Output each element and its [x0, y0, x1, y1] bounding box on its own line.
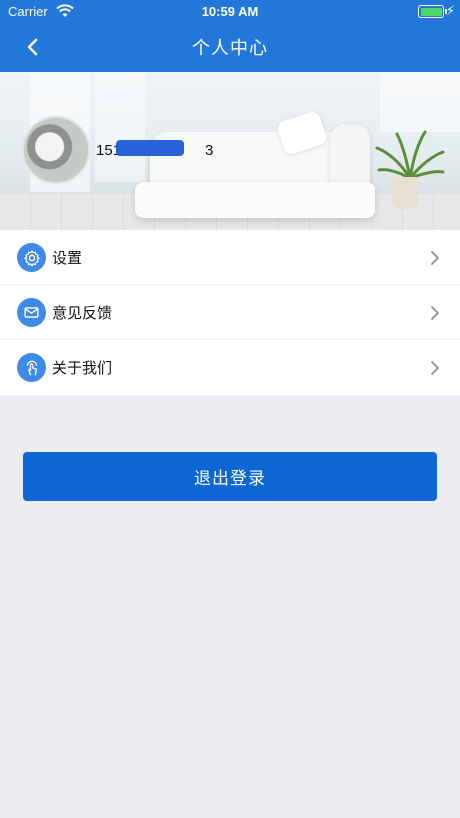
- menu-item-feedback[interactable]: 意见反馈: [0, 285, 460, 340]
- page-title: 个人中心: [192, 38, 268, 59]
- menu-item-label: 关于我们: [52, 359, 113, 377]
- status-bar: Carrier 10:59 AM ⚡: [0, 0, 460, 24]
- avatar[interactable]: [22, 116, 90, 184]
- charging-icon: ⚡: [445, 4, 455, 19]
- menu-item-about[interactable]: 关于我们: [0, 340, 460, 395]
- chevron-right-icon: [431, 361, 439, 375]
- profile-banner: 151 3: [0, 72, 460, 230]
- redaction-mark: [116, 140, 184, 156]
- chevron-right-icon: [431, 251, 439, 265]
- menu-list: 设置 意见反馈 关于我们: [0, 230, 460, 395]
- chevron-right-icon: [431, 306, 439, 320]
- battery-icon: [418, 5, 447, 18]
- menu-item-label: 设置: [52, 249, 83, 267]
- menu-item-settings[interactable]: 设置: [0, 230, 460, 285]
- touch-hand-icon: [17, 353, 46, 382]
- gear-icon: [17, 243, 46, 272]
- mail-icon: [17, 298, 46, 327]
- menu-item-label: 意见反馈: [52, 304, 113, 322]
- top-bar: Carrier 10:59 AM ⚡ 个人中心: [0, 0, 460, 72]
- status-time: 10:59 AM: [201, 4, 259, 19]
- logout-button[interactable]: 退出登录: [23, 452, 437, 501]
